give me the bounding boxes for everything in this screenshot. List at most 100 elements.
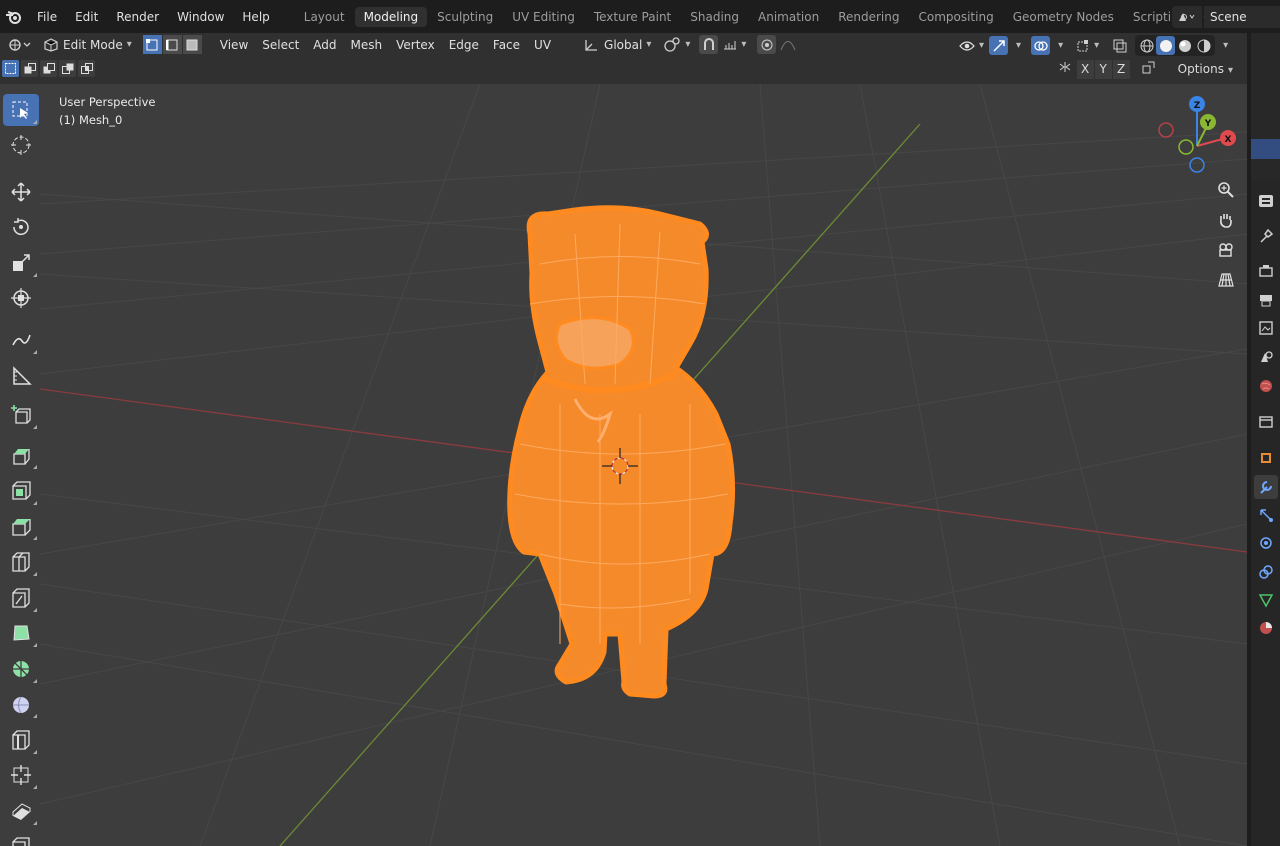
knife-tool[interactable] [3, 582, 39, 614]
camera-view-icon[interactable] [1212, 236, 1240, 264]
constraint-properties-icon[interactable] [1254, 560, 1278, 584]
menu-uv[interactable]: UV [527, 38, 558, 52]
zoom-icon[interactable] [1212, 176, 1240, 204]
smooth-tool[interactable] [3, 688, 39, 720]
proportional-falloff-icon[interactable] [778, 35, 797, 54]
tab-modeling[interactable]: Modeling [354, 7, 428, 27]
tab-texture-paint[interactable]: Texture Paint [585, 7, 680, 27]
snap-toggle-icon[interactable] [699, 35, 719, 54]
select-box-tool[interactable] [3, 94, 39, 126]
editor-type-icon[interactable] [6, 35, 34, 54]
move-tool[interactable] [3, 176, 39, 208]
3d-viewport[interactable]: Z X Y User Perspective (1) Mesh_0 [0, 84, 1247, 846]
solid-shading-icon[interactable] [1156, 36, 1176, 55]
menu-render[interactable]: Render [107, 0, 168, 34]
add-cube-tool[interactable] [3, 399, 39, 431]
scene-properties-icon[interactable] [1254, 345, 1278, 369]
wireframe-shading-icon[interactable] [1137, 36, 1156, 55]
blender-logo-icon[interactable] [2, 5, 26, 29]
particle-properties-icon[interactable] [1254, 503, 1278, 527]
menu-mesh[interactable]: Mesh [344, 38, 390, 52]
world-properties-icon[interactable] [1254, 374, 1278, 398]
collection-properties-icon[interactable] [1254, 410, 1278, 434]
output-properties-icon[interactable] [1254, 288, 1278, 312]
material-shading-icon[interactable] [1175, 36, 1194, 55]
tab-layout[interactable]: Layout [295, 7, 354, 27]
select-intersect-icon[interactable] [78, 60, 95, 77]
annotate-tool[interactable] [3, 324, 39, 356]
modifier-properties-icon[interactable] [1254, 475, 1278, 499]
xray-toggle-icon[interactable] [1110, 36, 1129, 55]
scene-icon[interactable] [1172, 6, 1202, 28]
menu-view[interactable]: View [213, 38, 255, 52]
menu-edge[interactable]: Edge [442, 38, 486, 52]
select-extend-icon[interactable] [21, 60, 38, 77]
edge-select-icon[interactable] [162, 35, 182, 54]
pan-hand-icon[interactable] [1212, 206, 1240, 234]
mirror-z-toggle[interactable]: Z [1112, 60, 1130, 79]
face-select-icon[interactable] [182, 35, 202, 54]
mirror-butterfly-icon[interactable] [1053, 60, 1076, 79]
snap-target-dropdown[interactable] [718, 35, 751, 54]
menu-edit[interactable]: Edit [66, 0, 107, 34]
transform-tool[interactable] [3, 282, 39, 314]
spin-tool[interactable] [3, 653, 39, 685]
shear-tool[interactable] [3, 795, 39, 827]
options-dropdown[interactable]: Options [1171, 60, 1239, 79]
measure-tool[interactable] [3, 360, 39, 392]
tab-uv-editing[interactable]: UV Editing [503, 7, 584, 27]
visibility-dropdown[interactable] [954, 36, 989, 55]
select-subtract-icon[interactable] [40, 60, 57, 77]
cursor-tool[interactable] [3, 129, 39, 161]
poly-build-tool[interactable] [3, 617, 39, 649]
data-properties-icon[interactable] [1254, 588, 1278, 612]
menu-vertex[interactable]: Vertex [389, 38, 442, 52]
scene-name[interactable]: Scene [1204, 6, 1280, 28]
extrude-region-tool[interactable] [3, 439, 39, 471]
tab-animation[interactable]: Animation [749, 7, 828, 27]
gizmo-z-label[interactable]: Z [1194, 101, 1201, 111]
menu-face[interactable]: Face [486, 38, 527, 52]
tool-properties-icon[interactable] [1254, 189, 1278, 213]
overlays-toggle-icon[interactable] [1031, 36, 1051, 55]
rotate-tool[interactable] [3, 211, 39, 243]
select-new-icon[interactable] [2, 60, 19, 77]
mesh-edit-overlays-dropdown[interactable] [1071, 36, 1104, 55]
tab-compositing[interactable]: Compositing [909, 7, 1002, 27]
gizmo-dropdown[interactable] [1008, 36, 1025, 55]
edge-slide-tool[interactable] [3, 724, 39, 756]
tool-settings-icon[interactable] [1254, 224, 1278, 248]
gizmo-y-label[interactable]: Y [1204, 119, 1212, 129]
rendered-shading-icon[interactable] [1194, 36, 1213, 55]
proportional-editing-icon[interactable] [757, 35, 777, 54]
gizmo-x-label[interactable]: X [1225, 135, 1232, 145]
shading-dropdown[interactable] [1215, 36, 1232, 55]
rip-region-tool[interactable] [3, 831, 39, 846]
shrink-fatten-tool[interactable] [3, 759, 39, 791]
tab-shading[interactable]: Shading [681, 7, 748, 27]
physics-properties-icon[interactable] [1254, 531, 1278, 555]
overlays-dropdown[interactable] [1050, 36, 1067, 55]
mode-selector[interactable]: Edit Mode [38, 35, 137, 54]
object-properties-icon[interactable] [1254, 446, 1278, 470]
mirror-y-toggle[interactable]: Y [1094, 60, 1112, 79]
tab-sculpting[interactable]: Sculpting [428, 7, 502, 27]
loop-cut-tool[interactable] [3, 546, 39, 578]
outliner-selected-row[interactable] [1251, 139, 1280, 159]
scale-tool[interactable] [3, 247, 39, 279]
select-invert-icon[interactable] [59, 60, 76, 77]
topology-mirror-icon[interactable] [1137, 60, 1160, 79]
render-properties-icon[interactable] [1254, 259, 1278, 283]
tab-geometry-nodes[interactable]: Geometry Nodes [1004, 7, 1123, 27]
tab-rendering[interactable]: Rendering [829, 7, 908, 27]
pivot-point-dropdown[interactable] [658, 35, 695, 54]
bear-mesh[interactable] [507, 205, 736, 699]
menu-add[interactable]: Add [306, 38, 343, 52]
view-layer-properties-icon[interactable] [1254, 316, 1278, 340]
menu-select[interactable]: Select [255, 38, 306, 52]
bevel-tool[interactable] [3, 510, 39, 542]
inset-faces-tool[interactable] [3, 475, 39, 507]
menu-window[interactable]: Window [168, 0, 233, 34]
menu-help[interactable]: Help [233, 0, 278, 34]
gizmo-toggle-icon[interactable] [989, 36, 1009, 55]
